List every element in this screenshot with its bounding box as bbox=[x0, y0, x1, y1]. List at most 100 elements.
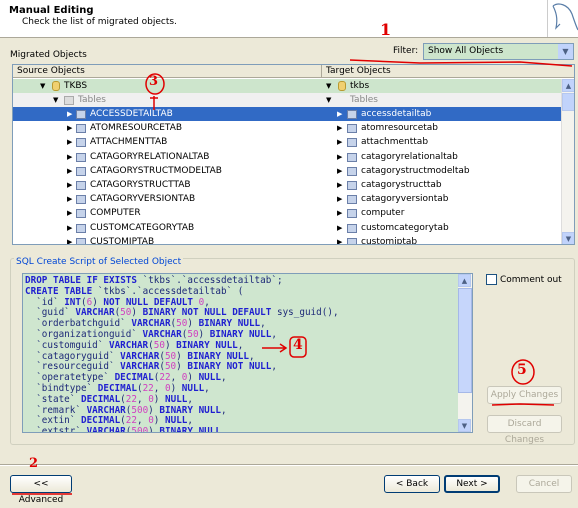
annotation-1: 1 bbox=[380, 20, 392, 39]
expand-triangle-icon[interactable]: ▶ bbox=[337, 150, 342, 164]
table-icon bbox=[347, 181, 357, 190]
expand-triangle-icon[interactable]: ▼ bbox=[326, 93, 331, 107]
source-table-name: ATTACHMENTTAB bbox=[90, 137, 168, 148]
table-icon bbox=[76, 209, 86, 219]
expand-triangle-icon[interactable]: ▶ bbox=[67, 121, 72, 135]
expand-triangle-icon[interactable]: ▶ bbox=[337, 235, 342, 244]
expand-triangle-icon[interactable]: ▶ bbox=[67, 206, 72, 220]
sql-line: `customguid` VARCHAR(50) BINARY NULL, bbox=[25, 339, 244, 351]
table-icon bbox=[347, 237, 357, 244]
tree-row-table[interactable]: ▶ COMPUTER ▶ computer bbox=[13, 206, 562, 220]
target-group: Tables bbox=[350, 95, 378, 105]
expand-triangle-icon[interactable]: ▶ bbox=[337, 221, 342, 235]
source-table-name: CATAGORYSTRUCTTAB bbox=[90, 180, 191, 190]
cancel-button[interactable]: Cancel bbox=[516, 475, 572, 493]
sql-script-editor[interactable]: DROP TABLE IF EXISTS `tkbs`.`accessdetai… bbox=[22, 273, 473, 433]
expand-triangle-icon[interactable]: ▶ bbox=[337, 107, 342, 121]
table-icon bbox=[76, 124, 86, 134]
target-table-name: customiptab bbox=[361, 236, 418, 245]
table-icon bbox=[347, 209, 357, 219]
tree-row-table[interactable]: ▶ CATAGORYSTRUCTTAB ▶ catagorystructtab bbox=[13, 178, 562, 192]
column-source-objects[interactable]: Source Objects bbox=[13, 65, 321, 78]
table-icon bbox=[76, 110, 86, 119]
footer-divider bbox=[0, 464, 578, 466]
source-table-name: ACCESSDETAILTAB bbox=[90, 109, 173, 119]
tree-row-table[interactable]: ▶ CATAGORYVERSIONTAB ▶ catagoryversiontab bbox=[13, 192, 562, 206]
column-target-objects[interactable]: Target Objects bbox=[321, 65, 574, 78]
database-icon bbox=[338, 81, 346, 91]
source-table-name: CUSTOMIPTAB bbox=[90, 236, 155, 245]
scroll-thumb[interactable] bbox=[562, 93, 574, 111]
expand-triangle-icon[interactable]: ▼ bbox=[40, 79, 45, 93]
expand-triangle-icon[interactable]: ▶ bbox=[67, 221, 72, 235]
scroll-up-icon[interactable]: ▲ bbox=[458, 274, 471, 287]
annotation-4: 4 bbox=[293, 337, 303, 353]
tree-row-table[interactable]: ▶ CATAGORYSTRUCTMODELTAB ▶ catagorystructmo… bbox=[13, 164, 562, 178]
expand-triangle-icon[interactable]: ▶ bbox=[67, 192, 72, 206]
filter-select[interactable]: Show All Objects ▼ bbox=[423, 43, 574, 60]
source-table-name: CUSTOMCATEGORYTAB bbox=[90, 222, 195, 233]
tree-row-table[interactable]: ▶ ACCESSDETAILTAB ▶ accessdetailtab bbox=[13, 107, 562, 121]
comment-out-checkbox[interactable]: Comment out bbox=[486, 274, 562, 285]
table-icon bbox=[347, 124, 357, 134]
sql-line: `extstr` VARCHAR(500) BINARY NULL, bbox=[25, 426, 227, 433]
target-table-name: catagoryversiontab bbox=[361, 194, 449, 205]
tree-scrollbar[interactable]: ▲ ▼ bbox=[561, 79, 574, 244]
tree-row-table[interactable]: ▶ CUSTOMIPTAB ▶ customiptab bbox=[13, 235, 562, 245]
sql-scrollbar[interactable]: ▲ ▼ bbox=[458, 274, 472, 432]
expand-triangle-icon[interactable]: ▼ bbox=[53, 93, 58, 107]
expand-triangle-icon[interactable]: ▶ bbox=[337, 121, 342, 135]
database-icon bbox=[52, 81, 60, 91]
expand-triangle-icon[interactable]: ▶ bbox=[67, 135, 72, 149]
target-table-name: atomresourcetab bbox=[361, 123, 439, 134]
tree-row-table[interactable]: ▶ CATAGORYRELATIONALTAB ▶ catagoryrelationa… bbox=[13, 150, 562, 164]
folder-icon bbox=[64, 96, 74, 105]
expand-triangle-icon[interactable]: ▶ bbox=[337, 164, 342, 178]
apply-changes-button[interactable]: Apply Changes bbox=[487, 386, 562, 404]
expand-triangle-icon[interactable]: ▶ bbox=[337, 192, 342, 206]
advanced-button[interactable]: << Advanced bbox=[10, 475, 72, 505]
migrated-objects-tree[interactable]: Source Objects Target Objects ▼ TKBS ▼ t… bbox=[12, 64, 575, 245]
table-icon bbox=[76, 138, 86, 148]
tree-row-table[interactable]: ▶ ATTACHMENTTAB ▶ attachmenttab bbox=[13, 135, 562, 149]
target-table-name: attachmenttab bbox=[361, 137, 429, 148]
table-icon bbox=[76, 195, 86, 205]
wizard-header: Manual Editing Check the list of migrate… bbox=[0, 0, 578, 38]
tree-row-tables[interactable]: ▼ Tables ▼ Tables bbox=[13, 93, 562, 107]
dolphin-logo-icon bbox=[547, 0, 578, 37]
expand-triangle-icon[interactable]: ▶ bbox=[67, 107, 72, 121]
next-button[interactable]: Next > bbox=[444, 475, 500, 493]
expand-triangle-icon[interactable]: ▶ bbox=[67, 178, 72, 192]
expand-triangle-icon[interactable]: ▶ bbox=[337, 206, 342, 220]
target-table-name: catagorystructtab bbox=[361, 180, 442, 190]
scroll-down-icon[interactable]: ▼ bbox=[458, 419, 471, 432]
table-icon bbox=[347, 152, 357, 162]
table-icon bbox=[347, 166, 357, 176]
table-icon bbox=[76, 152, 86, 162]
expand-triangle-icon[interactable]: ▶ bbox=[337, 135, 342, 149]
expand-triangle-icon[interactable]: ▼ bbox=[326, 79, 331, 93]
chevron-down-icon[interactable]: ▼ bbox=[558, 44, 573, 59]
checkbox-icon[interactable] bbox=[486, 274, 497, 285]
tree-row-table[interactable]: ▶ ATOMRESOURCETAB ▶ atomresourcetab bbox=[13, 121, 562, 135]
table-icon bbox=[347, 138, 357, 148]
table-icon bbox=[76, 237, 86, 244]
target-table-name: catagorystructmodeltab bbox=[361, 165, 470, 176]
scroll-up-icon[interactable]: ▲ bbox=[562, 79, 574, 92]
source-table-name: COMPUTER bbox=[90, 208, 141, 219]
back-button[interactable]: < Back bbox=[384, 475, 440, 493]
annotation-5: 5 bbox=[517, 362, 527, 378]
discard-changes-button[interactable]: Discard Changes bbox=[487, 415, 562, 445]
table-icon bbox=[347, 110, 357, 119]
expand-triangle-icon[interactable]: ▶ bbox=[67, 164, 72, 178]
expand-triangle-icon[interactable]: ▶ bbox=[67, 235, 72, 244]
expand-triangle-icon[interactable]: ▶ bbox=[337, 178, 342, 192]
expand-triangle-icon[interactable]: ▶ bbox=[67, 150, 72, 164]
tree-row-schema[interactable]: ▼ TKBS ▼ tkbs bbox=[13, 79, 562, 93]
scroll-down-icon[interactable]: ▼ bbox=[562, 232, 574, 244]
scroll-thumb[interactable] bbox=[458, 288, 472, 393]
source-group: Tables bbox=[78, 95, 106, 105]
tree-row-table[interactable]: ▶ CUSTOMCATEGORYTAB ▶ customcategorytab bbox=[13, 221, 562, 235]
table-icon bbox=[347, 223, 357, 233]
table-icon bbox=[76, 181, 86, 190]
